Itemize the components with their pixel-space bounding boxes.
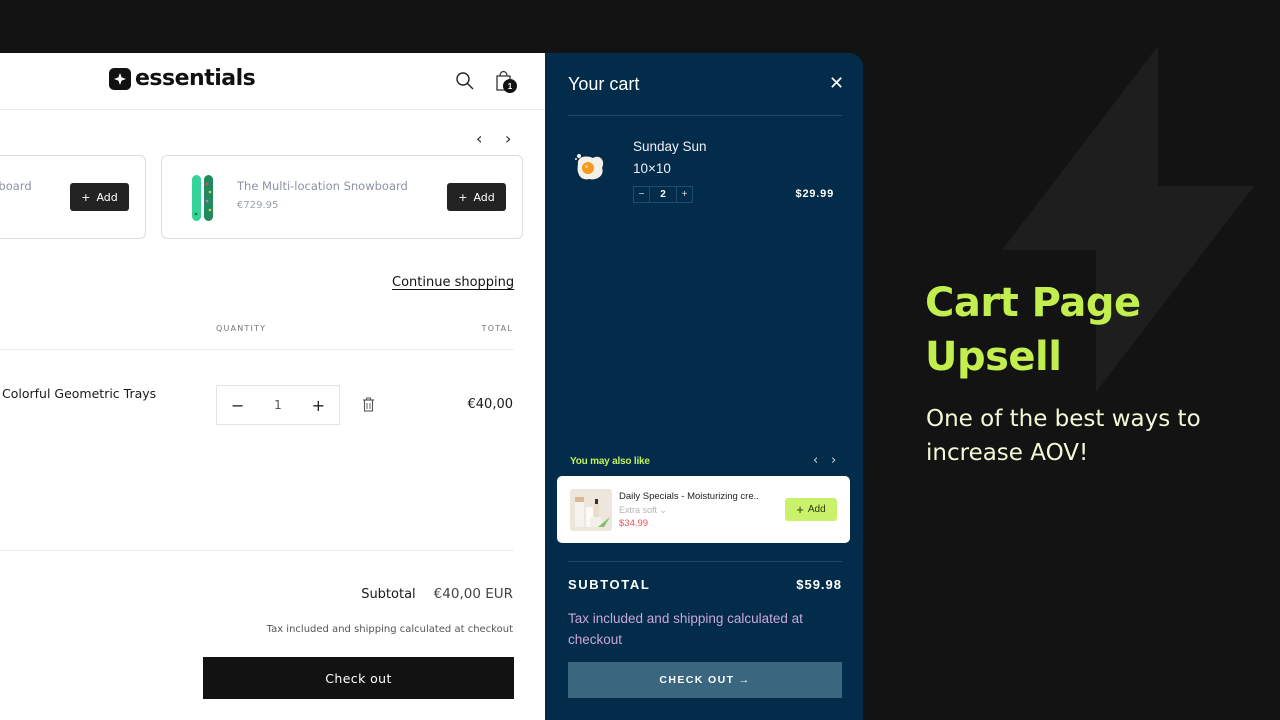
cart-count-badge: 1	[503, 79, 517, 93]
column-header-total: TOTAL	[481, 324, 513, 333]
column-header-quantity: QUANTITY	[216, 324, 267, 333]
upsell-next-button[interactable]: ›	[831, 453, 836, 468]
add-label: Add	[96, 190, 118, 204]
snowboard-image[interactable]	[190, 174, 216, 222]
carousel-next-button[interactable]: ›	[505, 129, 511, 148]
drawer-tax-note: Tax included and shipping calculated at …	[568, 611, 803, 647]
cart-item-quantity-stepper[interactable]: − 2 +	[633, 186, 693, 203]
quantity-stepper[interactable]: − 1 +	[216, 385, 340, 425]
variant-value: Extra soft	[619, 505, 658, 515]
add-label: Add	[473, 190, 495, 204]
drawer-title: Your cart	[568, 74, 640, 94]
subtotal-row: Subtotal €40,00 EUR	[361, 586, 513, 602]
promo-subtitle-line: increase AOV!	[926, 440, 1089, 466]
promo-subtitle-line: One of the best ways to	[926, 406, 1201, 432]
checkout-button[interactable]: Check out	[203, 657, 514, 699]
line-item-name[interactable]: Colorful Geometric Trays	[2, 386, 156, 401]
add-recommendation-button[interactable]: + Add	[447, 183, 506, 211]
recommendation-price: €729.95	[237, 200, 279, 211]
upsell-card: Daily Specials - Moisturizing cre.. Extr…	[557, 476, 850, 543]
recommendation-title[interactable]: wboard	[0, 179, 32, 193]
promo-title-line: Cart Page	[925, 280, 1141, 326]
quantity-value[interactable]: 1	[274, 398, 282, 412]
plus-icon: +	[796, 502, 804, 517]
cart-drawer: Your cart ✕ Sunday Sun 10×10 − 2 + $29.9…	[545, 53, 863, 720]
store-header: essentials 1	[0, 53, 545, 110]
carousel-prev-button[interactable]: ‹	[476, 129, 482, 148]
add-recommendation-button[interactable]: + Add	[70, 183, 129, 211]
skincare-product-image[interactable]	[570, 489, 612, 531]
drawer-subtotal-value: $59.98	[796, 577, 842, 592]
store-page: essentials 1 ‹ › wboard + Add The Multi-…	[0, 53, 545, 720]
continue-shopping-link[interactable]: Continue shopping	[392, 275, 514, 290]
increase-quantity-button[interactable]: +	[677, 187, 692, 202]
trash-icon[interactable]	[362, 397, 375, 412]
logo-text: essentials	[135, 66, 256, 91]
decrease-quantity-button[interactable]: −	[231, 396, 244, 415]
logo-sparkle-icon	[109, 67, 131, 90]
promo-subtitle: One of the best ways to increase AOV!	[926, 402, 1201, 470]
search-icon[interactable]	[455, 71, 475, 91]
cart-item-price: $29.99	[795, 188, 834, 200]
upsell-heading: You may also like	[570, 456, 650, 467]
divider	[0, 550, 514, 551]
divider	[568, 115, 842, 116]
line-item-total: €40,00	[467, 397, 514, 412]
upsell-product-name[interactable]: Daily Specials - Moisturizing cre..	[619, 491, 759, 502]
promo-title-line: Upsell	[925, 334, 1062, 380]
increase-quantity-button[interactable]: +	[312, 396, 325, 415]
chevron-down-icon: ⌄	[659, 505, 668, 515]
upsell-add-button[interactable]: + Add	[785, 498, 837, 521]
cart-item-variant: 10×10	[633, 161, 671, 176]
upsell-product-price: $34.99	[619, 518, 649, 529]
store-logo[interactable]: essentials	[109, 66, 256, 91]
recommendation-title[interactable]: The Multi-location Snowboard	[237, 179, 408, 193]
fried-egg-image[interactable]	[573, 150, 607, 184]
plus-icon: +	[81, 190, 91, 204]
recommendation-card: wboard + Add	[0, 155, 146, 239]
cart-item-name[interactable]: Sunday Sun	[633, 139, 707, 154]
upsell-prev-button[interactable]: ‹	[813, 453, 818, 468]
divider	[568, 561, 842, 562]
tax-note: Tax included and shipping calculated at …	[266, 624, 513, 635]
plus-icon: +	[458, 190, 468, 204]
subtotal-label: Subtotal	[361, 587, 416, 602]
recommendation-card: The Multi-location Snowboard €729.95 + A…	[161, 155, 523, 239]
promo-title: Cart Page Upsell	[925, 276, 1141, 384]
drawer-subtotal-label: SUBTOTAL	[568, 577, 651, 592]
divider	[0, 349, 514, 350]
upsell-variant-select[interactable]: Extra soft ⌄	[619, 505, 667, 516]
add-label: Add	[807, 504, 826, 515]
subtotal-value: €40,00 EUR	[433, 586, 513, 602]
close-icon[interactable]: ✕	[829, 73, 844, 94]
quantity-value[interactable]: 2	[649, 187, 677, 202]
decrease-quantity-button[interactable]: −	[634, 187, 649, 202]
drawer-checkout-button[interactable]: CHECK OUT →	[568, 662, 842, 698]
